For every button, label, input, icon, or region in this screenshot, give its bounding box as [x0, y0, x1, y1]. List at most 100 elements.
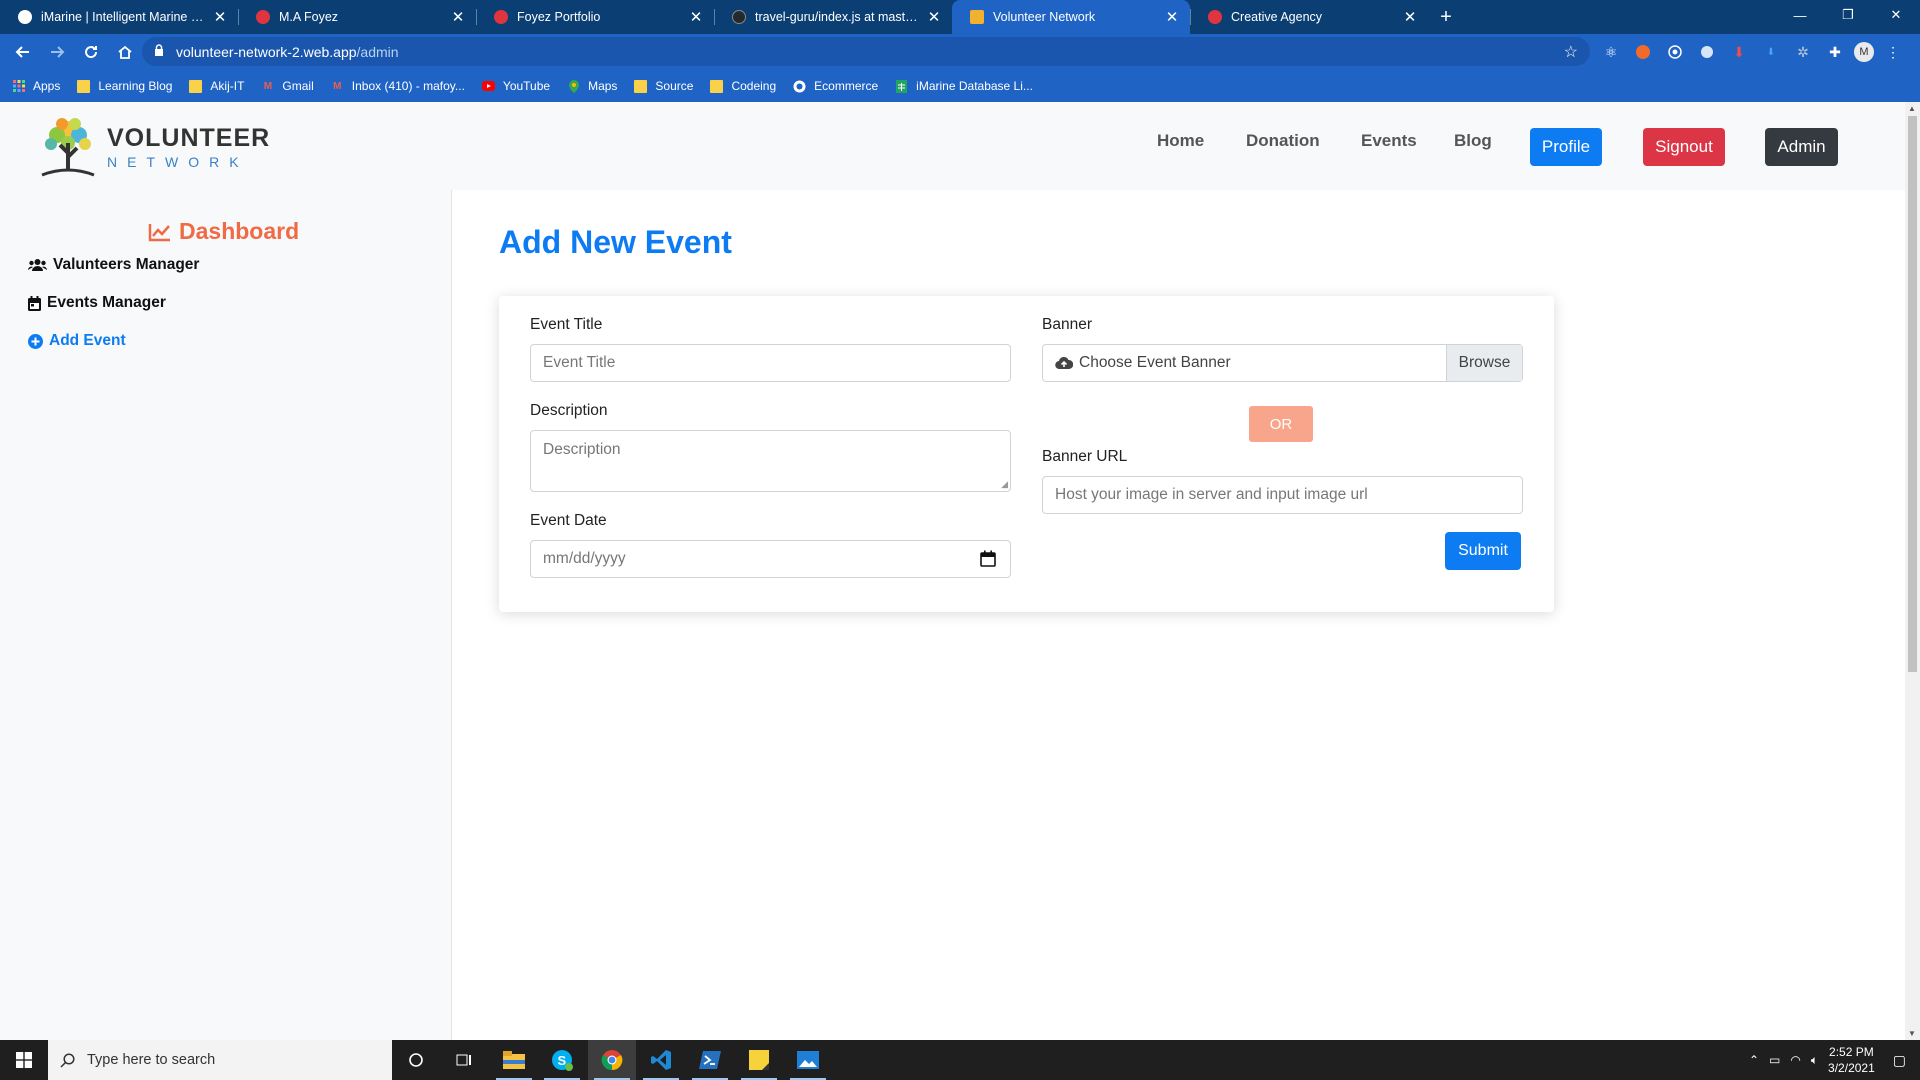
bookmarks-bar: Apps Learning Blog Akij-IT M Gmail M Inb…: [0, 70, 1920, 102]
vscode-icon[interactable]: [637, 1040, 685, 1080]
bookmark-gmail[interactable]: M Gmail: [261, 79, 314, 93]
home-icon[interactable]: [108, 37, 142, 67]
scrollbar-thumb[interactable]: [1908, 116, 1917, 672]
bookmark-source[interactable]: Source: [634, 79, 693, 93]
extension-circle-icon[interactable]: [1694, 40, 1720, 64]
bookmark-ecommerce[interactable]: Ecommerce: [793, 79, 878, 93]
tab-close-icon[interactable]: ✕: [926, 8, 942, 26]
scroll-down-icon[interactable]: ▼: [1908, 1029, 1916, 1038]
gmail-icon: M: [333, 80, 342, 92]
bookmark-codeing[interactable]: Codeing: [710, 79, 776, 93]
nav-blog-link[interactable]: Blog: [1454, 131, 1492, 151]
task-view-icon[interactable]: [440, 1040, 488, 1080]
event-title-input[interactable]: Event Title: [530, 344, 1011, 382]
volume-icon[interactable]: 🔈︎: [1811, 1053, 1818, 1068]
folder-icon: [189, 79, 203, 93]
admin-button[interactable]: Admin: [1765, 128, 1838, 166]
tray-chevron-up-icon[interactable]: ⌃: [1749, 1053, 1759, 1067]
submit-button[interactable]: Submit: [1445, 532, 1521, 570]
tab-close-icon[interactable]: ✕: [1402, 8, 1418, 26]
restore-icon[interactable]: ❐: [1824, 0, 1872, 30]
page-scrollbar[interactable]: ▲ ▼: [1905, 102, 1920, 1040]
extension-orange-icon[interactable]: [1630, 40, 1656, 64]
react-devtools-icon[interactable]: ⚛: [1598, 40, 1624, 64]
page-title: Add New Event: [499, 224, 732, 260]
banner-file-text[interactable]: Choose Event Banner: [1043, 345, 1446, 381]
sidebar-item-label: Events Manager: [47, 294, 166, 311]
new-tab-button[interactable]: +: [1428, 0, 1464, 34]
browser-tab-active[interactable]: Volunteer Network ✕: [952, 0, 1190, 34]
tab-favicon: [494, 10, 508, 24]
chrome-icon[interactable]: [588, 1040, 636, 1080]
download-red-icon[interactable]: ⬇: [1726, 40, 1752, 64]
description-label: Description: [530, 402, 608, 419]
nav-donation-link[interactable]: Donation: [1246, 131, 1320, 151]
bookmark-star-icon[interactable]: ☆: [1564, 42, 1578, 62]
sidebar-item-events-manager[interactable]: Events Manager: [28, 294, 166, 312]
banner-file-input[interactable]: Choose Event Banner Browse: [1042, 344, 1523, 382]
cortana-icon[interactable]: [392, 1040, 440, 1080]
clock-time: 2:52 PM: [1829, 1045, 1874, 1059]
extensions-puzzle-icon[interactable]: ✚: [1822, 40, 1848, 64]
volunteer-network-logo[interactable]: VOLUNTEER NETWORK: [38, 113, 269, 179]
bookmark-imarine-db[interactable]: iMarine Database Li...: [895, 79, 1033, 93]
browser-tab[interactable]: M.A Foyez ✕: [238, 0, 476, 34]
nav-events-link[interactable]: Events: [1361, 131, 1417, 151]
taskbar-search-input[interactable]: Type here to search: [48, 1040, 392, 1080]
address-bar[interactable]: volunteer-network-2.web.app/admin ☆: [142, 37, 1590, 66]
browser-tab[interactable]: Creative Agency ✕: [1190, 0, 1428, 34]
calendar-picker-icon[interactable]: [980, 550, 996, 572]
event-date-placeholder: mm/dd/yyyy: [543, 550, 626, 567]
bookmark-maps[interactable]: Maps: [567, 79, 617, 93]
banner-url-input[interactable]: Host your image in server and input imag…: [1042, 476, 1523, 514]
extension-target-icon[interactable]: [1662, 40, 1688, 64]
bookmark-apps[interactable]: Apps: [12, 79, 60, 93]
reload-icon[interactable]: [74, 37, 108, 67]
sticky-notes-icon[interactable]: [735, 1040, 783, 1080]
chrome-menu-icon[interactable]: ⋮: [1880, 40, 1906, 64]
bookmark-label: Codeing: [731, 79, 777, 93]
extension-puzzle-gray-icon[interactable]: ✲: [1790, 40, 1816, 64]
bookmark-learning-blog[interactable]: Learning Blog: [77, 79, 172, 93]
download-blue-icon[interactable]: ⬇: [1758, 40, 1784, 64]
skype-icon[interactable]: S: [538, 1040, 586, 1080]
description-textarea[interactable]: Description ◢: [530, 430, 1011, 492]
folder-icon: [634, 79, 648, 93]
event-date-input[interactable]: mm/dd/yyyy: [530, 540, 1011, 578]
profile-avatar[interactable]: M: [1854, 42, 1874, 62]
wifi-icon[interactable]: ◠: [1790, 1053, 1800, 1067]
tab-favicon: [18, 10, 32, 24]
tab-close-icon[interactable]: ✕: [212, 8, 228, 26]
nav-home-link[interactable]: Home: [1157, 131, 1204, 151]
forward-icon[interactable]: [40, 37, 74, 67]
browser-tab[interactable]: iMarine | Intelligent Marine Mana ✕: [0, 0, 238, 34]
resize-handle-icon[interactable]: ◢: [1001, 480, 1008, 489]
taskbar-clock[interactable]: 2:52 PM 3/2/2021: [1828, 1044, 1875, 1076]
sidebar-item-volunteers-manager[interactable]: Valunteers Manager: [28, 256, 199, 274]
tab-close-icon[interactable]: ✕: [1164, 8, 1180, 26]
photos-icon[interactable]: [784, 1040, 832, 1080]
back-icon[interactable]: [6, 37, 40, 67]
browser-tab[interactable]: Foyez Portfolio ✕: [476, 0, 714, 34]
notifications-icon[interactable]: ▢: [1893, 1052, 1906, 1069]
bookmark-youtube[interactable]: YouTube: [481, 79, 550, 93]
bookmark-akij-it[interactable]: Akij-IT: [189, 79, 244, 93]
scroll-up-icon[interactable]: ▲: [1908, 104, 1916, 113]
tree-logo-icon: [41, 118, 95, 177]
file-explorer-icon[interactable]: [490, 1040, 538, 1080]
dashboard-title[interactable]: Dashboard: [148, 218, 299, 245]
powershell-icon[interactable]: [686, 1040, 734, 1080]
browser-tab[interactable]: travel-guru/index.js at master · m ✕: [714, 0, 952, 34]
signout-button[interactable]: Signout: [1643, 128, 1725, 166]
tab-close-icon[interactable]: ✕: [450, 8, 466, 26]
battery-icon[interactable]: ▭: [1769, 1053, 1780, 1067]
tab-close-icon[interactable]: ✕: [688, 8, 704, 26]
bookmark-inbox[interactable]: M Inbox (410) - mafoy...: [331, 79, 465, 93]
minimize-icon[interactable]: —: [1776, 0, 1824, 30]
sidebar-item-add-event[interactable]: Add Event: [28, 332, 126, 350]
close-window-icon[interactable]: ✕: [1872, 0, 1920, 30]
window-controls: — ❐ ✕: [1776, 0, 1920, 30]
windows-start-icon[interactable]: [0, 1040, 48, 1080]
profile-button[interactable]: Profile: [1530, 128, 1602, 166]
browse-button[interactable]: Browse: [1446, 345, 1522, 381]
